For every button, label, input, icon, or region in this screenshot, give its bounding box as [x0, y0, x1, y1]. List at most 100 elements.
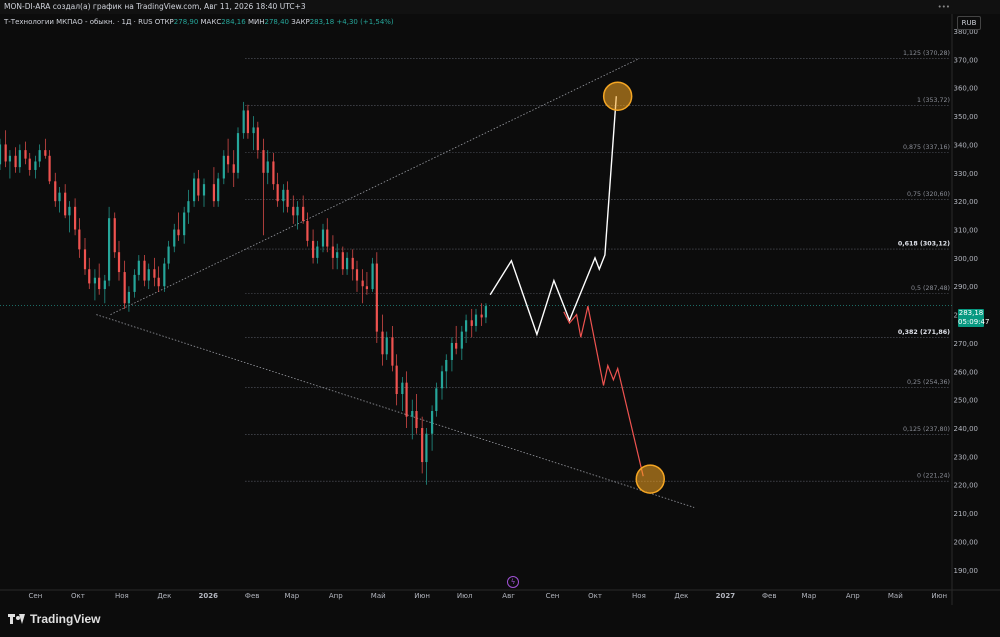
candle-body: [123, 272, 126, 304]
price-tick-label: 200,00: [954, 538, 979, 546]
fib-level-label: 0,5 (287,48): [911, 285, 950, 292]
candle-body: [256, 127, 259, 151]
fib-level-label: 0,25 (254,36): [907, 379, 950, 386]
price-axis[interactable]: 190,00 200,00 210,00 220,00 230,00 240,00 250,…: [954, 28, 979, 575]
candle-body: [54, 181, 57, 202]
candle-body: [113, 218, 116, 253]
candle-body: [355, 269, 359, 281]
events-bolt-icon[interactable]: ϟ: [507, 576, 519, 588]
price-tick-label: 240,00: [954, 425, 979, 433]
bar-countdown: 05:09:47: [958, 318, 990, 326]
candle-body: [311, 240, 315, 258]
currency-badge[interactable]: RUB: [957, 16, 981, 30]
candle-body: [83, 249, 87, 270]
fib-level-label: 0 (221,24): [917, 473, 950, 480]
candle-body: [272, 161, 275, 185]
time-tick-label: Ноя: [632, 592, 646, 600]
candle-body: [430, 411, 434, 434]
candle-body: [217, 178, 220, 202]
time-tick-label: Май: [888, 592, 903, 600]
time-tick-label: Апр: [329, 592, 343, 600]
candle-body: [38, 150, 41, 162]
candle-body: [474, 314, 478, 326]
time-tick-label: Июн: [931, 592, 947, 600]
time-tick-label: Фев: [762, 592, 776, 600]
candle-body: [232, 164, 235, 173]
candle-body: [326, 229, 329, 247]
candle-body: [391, 337, 394, 366]
candle-body: [435, 388, 438, 412]
candle-body: [18, 150, 21, 168]
price-tick-label: 230,00: [954, 453, 979, 461]
time-tick-label: Сен: [546, 592, 560, 600]
time-tick-label: 2026: [199, 592, 219, 600]
candle-body: [78, 229, 81, 250]
candle-body: [401, 382, 404, 394]
fib-level-label: 1 (353,72): [917, 97, 950, 104]
candle-body: [133, 274, 136, 292]
fib-level-label: 1,125 (370,28): [903, 50, 950, 57]
candle-body: [460, 331, 463, 349]
candle-body: [262, 150, 265, 173]
candle-body: [371, 263, 374, 290]
candle-body: [421, 428, 424, 463]
candle-body: [98, 277, 101, 290]
candle-body: [236, 133, 240, 173]
time-tick-label: Дек: [674, 592, 688, 600]
time-tick-label: Май: [371, 592, 386, 600]
price-tick-label: 250,00: [954, 397, 979, 405]
tradingview-logo: TradingView: [8, 612, 100, 626]
projection-paths[interactable]: [489, 96, 644, 477]
candle-body: [395, 365, 398, 394]
price-tick-label: 290,00: [954, 283, 979, 291]
candle-body: [242, 110, 245, 134]
trendline-upper: [110, 59, 638, 315]
candle-body: [197, 178, 200, 196]
candle-body: [246, 110, 250, 134]
time-tick-label: Июл: [457, 592, 473, 600]
candle-body: [381, 331, 384, 355]
candle-body: [93, 277, 97, 284]
candle-body: [187, 201, 190, 213]
last-price-value: 283,18: [958, 309, 984, 317]
candle-body: [351, 257, 354, 270]
price-tick-label: 220,00: [954, 482, 979, 490]
candle-body: [365, 286, 369, 290]
candle-body: [28, 158, 31, 170]
candle-body: [450, 342, 454, 360]
tradingview-mark-icon: [8, 614, 26, 624]
candle-body: [173, 229, 176, 247]
price-tick-label: 360,00: [954, 85, 979, 93]
price-tick-label: 260,00: [954, 368, 979, 376]
candle-body: [292, 206, 295, 216]
candle-body: [345, 257, 349, 270]
time-tick-label: Ноя: [115, 592, 129, 600]
time-tick-label: Авг: [502, 592, 515, 600]
candle-body: [34, 161, 37, 170]
fib-level-label: 0,875 (337,16): [903, 144, 950, 151]
candle-body: [48, 155, 51, 182]
candle-body: [58, 192, 61, 202]
time-tick-label: Окт: [71, 592, 85, 600]
price-chart[interactable]: 0 (221,24) 0,125 (237,80) 0,25 (254,36) 0,3…: [0, 0, 1000, 605]
price-tick-label: 270,00: [954, 340, 979, 348]
marker-target-high: [602, 81, 633, 111]
candle-body: [0, 144, 2, 165]
time-axis[interactable]: Сен Окт Ноя Дек 2026 Фев Мар Апр Май Июн Июл Авг Сен…: [29, 592, 948, 600]
fib-level-label: 0,125 (237,80): [903, 426, 950, 433]
fib-level-label: 0,618 (303,12): [898, 241, 950, 248]
time-tick-label: 2027: [716, 592, 736, 600]
candle-body: [341, 252, 344, 270]
price-tick-label: 350,00: [954, 113, 979, 121]
candle-body: [425, 433, 428, 463]
price-tick-label: 370,00: [954, 56, 979, 64]
time-tick-label: Июн: [414, 592, 430, 600]
candle-body: [306, 221, 309, 241]
projection-bull-path: [489, 96, 617, 337]
candle-body: [222, 155, 225, 179]
time-tick-label: Сен: [29, 592, 43, 600]
trendline-lower: [96, 314, 695, 508]
candle-body: [276, 184, 279, 202]
trendlines[interactable]: [96, 59, 695, 508]
fib-level-label: 0,382 (271,86): [898, 329, 950, 336]
